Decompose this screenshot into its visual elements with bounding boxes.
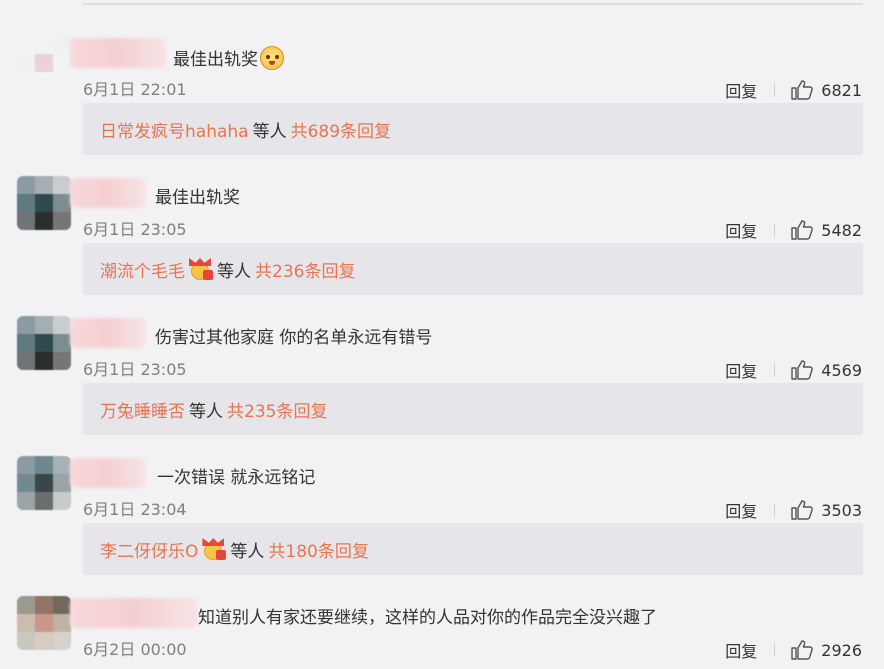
reply-preview[interactable]: 李二伢伢乐O 等人 共180条回复 [83, 523, 863, 575]
divider [774, 83, 776, 97]
username-blurred[interactable] [70, 178, 146, 208]
reply-etc-label: 等人 [252, 121, 287, 142]
reply-button[interactable]: 回复 [725, 638, 757, 662]
reply-user-name[interactable]: 日常发疯号hahaha [100, 117, 249, 142]
divider [774, 643, 776, 657]
doge-emoji-icon [260, 46, 284, 70]
divider [774, 503, 776, 517]
reply-total-link[interactable]: 共235条回复 [227, 397, 327, 422]
reply-preview[interactable]: 潮流个毛毛 等人 共236条回复 [83, 243, 863, 295]
divider [774, 363, 776, 377]
reply-user-name[interactable]: 李二伢伢乐O [100, 537, 198, 562]
vip-badge-icon [202, 538, 227, 560]
comment-text: 最佳出轨奖 [173, 46, 284, 72]
reply-etc-label: 等人 [230, 541, 265, 562]
avatar[interactable] [17, 596, 71, 650]
comment-item: 一次错误 就永远铭记 6月1日 23:04 回复 3503 李二伢伢乐O 等人 … [0, 432, 884, 575]
username-blurred[interactable] [70, 458, 146, 488]
divider-line [83, 3, 863, 5]
comment-text: 一次错误 就永远铭记 [157, 468, 316, 488]
reply-user-name[interactable]: 潮流个毛毛 [100, 257, 185, 282]
comment-time: 6月1日 23:05 [83, 220, 187, 239]
thumbs-up-icon[interactable] [791, 220, 814, 240]
like-count: 6821 [821, 80, 862, 100]
comment-item: 伤害过其他家庭 你的名单永远有错号 6月1日 23:05 回复 4569 万兔睡… [0, 292, 884, 435]
vip-badge-icon [189, 258, 213, 280]
reply-button[interactable]: 回复 [725, 498, 757, 522]
comment-time: 6月2日 00:00 [83, 640, 187, 659]
comment-actions: 回复 6821 [725, 78, 862, 102]
avatar[interactable] [17, 176, 71, 230]
like-count: 4569 [821, 360, 862, 380]
like-count: 5482 [821, 220, 862, 240]
thumbs-up-icon[interactable] [791, 640, 814, 660]
avatar[interactable] [17, 316, 71, 370]
reply-button[interactable]: 回复 [725, 78, 757, 102]
reply-etc-label: 等人 [217, 261, 251, 282]
reply-etc-label: 等人 [189, 401, 223, 422]
comment-time: 6月1日 23:04 [83, 500, 187, 519]
avatar[interactable] [17, 36, 71, 90]
comment-time: 6月1日 23:05 [83, 360, 187, 379]
reply-button[interactable]: 回复 [725, 218, 757, 242]
comment-item: 最佳出轨奖 6月1日 23:05 回复 5482 潮流个毛毛 等人 共236条回… [0, 152, 884, 295]
comment-text: 最佳出轨奖 [155, 188, 240, 208]
thumbs-up-icon[interactable] [791, 500, 814, 520]
username-blurred[interactable] [70, 318, 146, 348]
comment-item: 知道别人有家还要继续，这样的人品对你的作品完全没兴趣了 6月2日 00:00 回… [0, 572, 884, 669]
reply-total-link[interactable]: 共689条回复 [291, 117, 391, 142]
comment-actions: 回复 2926 [725, 638, 862, 662]
thumbs-up-icon[interactable] [791, 360, 814, 380]
thumbs-up-icon[interactable] [791, 80, 814, 100]
reply-user-name[interactable]: 万兔睡睡否 [100, 397, 185, 422]
username-blurred[interactable] [70, 38, 166, 68]
username-blurred[interactable] [70, 598, 198, 628]
comment-text: 伤害过其他家庭 你的名单永远有错号 [155, 328, 433, 348]
comment-text: 知道别人有家还要继续，这样的人品对你的作品完全没兴趣了 [198, 608, 657, 628]
comment-time: 6月1日 22:01 [83, 80, 187, 99]
reply-total-link[interactable]: 共236条回复 [255, 257, 355, 282]
comment-item: 最佳出轨奖 6月1日 22:01 回复 6821 日常发疯号hahaha 等人 … [0, 12, 884, 155]
comment-actions: 回复 3503 [725, 498, 862, 522]
reply-preview[interactable]: 万兔睡睡否 等人 共235条回复 [83, 383, 863, 435]
reply-preview[interactable]: 日常发疯号hahaha 等人 共689条回复 [83, 103, 863, 155]
divider [774, 223, 776, 237]
comment-actions: 回复 4569 [725, 358, 862, 382]
avatar[interactable] [17, 456, 71, 510]
reply-total-link[interactable]: 共180条回复 [268, 537, 368, 562]
like-count: 3503 [821, 500, 862, 520]
comment-actions: 回复 5482 [725, 218, 862, 242]
like-count: 2926 [821, 640, 862, 660]
reply-button[interactable]: 回复 [725, 358, 757, 382]
